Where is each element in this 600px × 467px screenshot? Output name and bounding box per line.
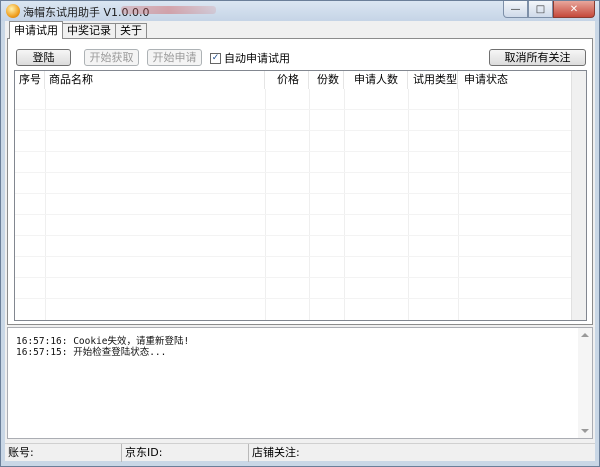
client-area: 申请试用 中奖记录 关于 登陆 开始获取 开始申请 ✓ 自动申请试用 取消所有关… <box>5 21 595 462</box>
title-bar[interactable]: 海帽东试用助手 V1.0.0.0 — □ ✕ <box>1 1 599 21</box>
close-icon[interactable]: ✕ <box>553 1 595 18</box>
table-body <box>15 89 573 320</box>
tab-apply-trial[interactable]: 申请试用 <box>9 21 63 39</box>
col-apply-status[interactable]: 申请状态 <box>458 71 572 89</box>
tab-strip: 申请试用 中奖记录 关于 <box>9 21 147 39</box>
col-index[interactable]: 序号 <box>15 71 45 89</box>
scroll-up-icon[interactable] <box>581 333 589 337</box>
product-table[interactable]: 序号 商品名称 价格 份数 申请人数 试用类型 申请状态 <box>14 70 587 321</box>
col-product-name[interactable]: 商品名称 <box>45 71 265 89</box>
tab-winning-records[interactable]: 中奖记录 <box>62 23 116 39</box>
log-line: 16:57:15: 开始检查登陆状态... <box>16 347 167 358</box>
title-decoration <box>121 6 216 14</box>
auto-apply-label: 自动申请试用 <box>224 52 290 65</box>
status-shop-follow: 店铺关注: <box>252 446 300 459</box>
status-jd-id: 京东ID: <box>122 444 249 462</box>
log-scrollbar[interactable] <box>578 328 592 438</box>
scroll-down-icon[interactable] <box>581 429 589 433</box>
table-scrollbar[interactable] <box>571 71 586 320</box>
col-trial-type[interactable]: 试用类型 <box>408 71 458 89</box>
auto-apply-option[interactable]: ✓ 自动申请试用 <box>210 51 290 65</box>
col-quantity[interactable]: 份数 <box>309 71 344 89</box>
app-icon <box>6 4 20 18</box>
start-apply-button[interactable]: 开始申请 <box>147 49 202 66</box>
maximize-icon[interactable]: □ <box>528 1 553 18</box>
auto-apply-checkbox[interactable]: ✓ <box>210 52 221 64</box>
login-button[interactable]: 登陆 <box>16 49 71 66</box>
window-controls: — □ ✕ <box>503 1 595 19</box>
start-fetch-button[interactable]: 开始获取 <box>84 49 139 66</box>
apply-trial-panel: 登陆 开始获取 开始申请 ✓ 自动申请试用 取消所有关注 序号 商品名称 价格 … <box>7 38 593 325</box>
unfollow-all-button[interactable]: 取消所有关注 <box>489 49 586 66</box>
status-bar: 账号: 京东ID: 店铺关注: <box>5 443 595 462</box>
table-header: 序号 商品名称 价格 份数 申请人数 试用类型 申请状态 <box>15 71 588 89</box>
minimize-icon[interactable]: — <box>503 1 528 18</box>
app-window: 海帽东试用助手 V1.0.0.0 — □ ✕ 申请试用 中奖记录 关于 登陆 开… <box>0 0 600 467</box>
col-price[interactable]: 价格 <box>265 71 309 89</box>
col-applicants[interactable]: 申请人数 <box>344 71 408 89</box>
tab-about[interactable]: 关于 <box>115 23 147 39</box>
log-output[interactable]: 16:57:16: Cookie失效，请重新登陆! 16:57:15: 开始检查… <box>7 327 593 439</box>
status-account: 账号: <box>5 444 122 462</box>
